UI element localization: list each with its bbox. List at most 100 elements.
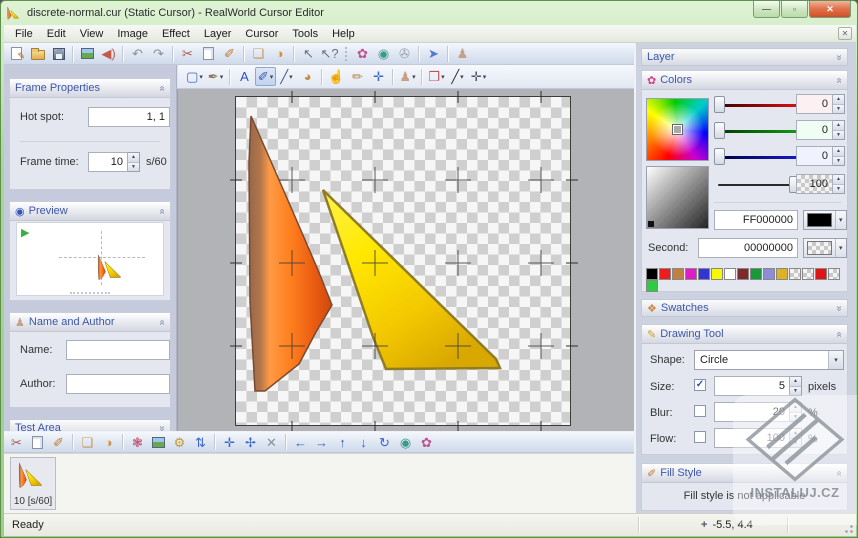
brush-icon[interactable]: ✐ (219, 44, 240, 63)
swatch-blue[interactable] (698, 268, 710, 280)
person-icon[interactable]: ♟ (452, 44, 473, 63)
menu-item[interactable]: View (73, 26, 111, 42)
line-tool-icon[interactable]: ╱▾ (276, 67, 297, 86)
paste-icon[interactable] (198, 44, 219, 63)
text-tool-icon[interactable]: A (234, 67, 255, 86)
collapse-icon[interactable]: » (834, 470, 845, 476)
preview-header[interactable]: ◉ Preview » (10, 202, 170, 221)
title-bar[interactable]: discrete-normal.cur (Static Cursor) - Re… (1, 1, 858, 25)
blur-spinner[interactable]: ▲▼ (790, 402, 802, 422)
size-checkbox[interactable]: ✓ (694, 379, 706, 391)
blue-track[interactable] (718, 156, 800, 159)
menu-item[interactable]: File (8, 26, 40, 42)
copy-merge-icon[interactable]: ❏ (248, 44, 269, 63)
collapse-icon[interactable]: » (157, 319, 168, 325)
image-canvas[interactable] (235, 96, 571, 426)
green-spinner[interactable]: ▲▼ (833, 120, 845, 140)
new-file-icon[interactable] (6, 44, 27, 63)
luminance-picker[interactable] (646, 166, 709, 229)
red-thumb[interactable] (714, 96, 725, 113)
frame-thumbnail[interactable]: 10 [s/60] (10, 457, 56, 510)
green-thumb[interactable] (714, 122, 725, 139)
rotate-icon[interactable]: ↻ (374, 433, 395, 452)
move-left-icon[interactable]: ← (290, 433, 311, 452)
menu-item[interactable]: Help (325, 26, 362, 42)
fill-tool-icon[interactable]: ◕ (297, 67, 318, 86)
blue-input[interactable]: 0 (796, 146, 833, 166)
expand-icon[interactable]: » (834, 54, 845, 60)
image-wizard-icon[interactable] (77, 44, 98, 63)
alpha-input[interactable]: 100 (796, 174, 833, 194)
blue-spinner[interactable]: ▲▼ (833, 146, 845, 166)
menu-item[interactable]: Tools (285, 26, 325, 42)
open-file-icon[interactable] (27, 44, 48, 63)
flow-spinner[interactable]: ▲▼ (790, 428, 802, 448)
fill-style-header[interactable]: ✐ Fill Style » (642, 464, 847, 483)
alpha-track[interactable] (718, 184, 800, 186)
swatch-green[interactable] (750, 268, 762, 280)
menu-close-button[interactable]: ✕ (838, 27, 852, 40)
hot-spot-input[interactable]: 1, 1 (88, 107, 170, 127)
flow-checkbox[interactable] (694, 431, 706, 443)
cursor-arrow-icon[interactable]: ↖ (298, 44, 319, 63)
move-right-icon[interactable]: → (311, 433, 332, 452)
frame-time-spinner[interactable]: ▲▼ (128, 152, 140, 172)
retouch-tool-icon[interactable]: ✏ (347, 67, 368, 86)
swatch-tan[interactable] (672, 268, 684, 280)
swatches-header[interactable]: ❖ Swatches » (641, 299, 848, 317)
name-author-header[interactable]: ♟ Name and Author » (10, 313, 170, 332)
red-spinner[interactable]: ▲▼ (833, 94, 845, 114)
color-wheel[interactable] (646, 98, 709, 161)
expand-icon[interactable]: » (834, 305, 845, 311)
smudge-tool-icon[interactable]: ☝ (326, 67, 347, 86)
swatch-white[interactable] (724, 268, 736, 280)
brush-tool-icon[interactable]: ✐▾ (255, 67, 276, 86)
green-track[interactable] (718, 130, 800, 133)
collapse-icon[interactable]: » (834, 331, 845, 337)
reorder-icon[interactable]: ⇅ (190, 433, 211, 452)
swatch-gold[interactable] (776, 268, 788, 280)
shape-select[interactable]: Circle ▾ (694, 350, 844, 370)
move-up-icon[interactable]: ↑ (332, 433, 353, 452)
contrast-icon[interactable]: ◑ (98, 433, 119, 452)
delete-frame-icon[interactable]: ✕ (261, 433, 282, 452)
picker-tool-icon[interactable]: ✒▾ (205, 67, 226, 86)
cursor-test-icon[interactable]: ↖? (319, 44, 340, 63)
settings-icon[interactable]: ⚙ (169, 433, 190, 452)
collapse-icon[interactable]: » (157, 208, 168, 214)
minimize-button[interactable]: — (753, 1, 780, 18)
sphere-icon[interactable]: ◉ (395, 433, 416, 452)
swatch-black[interactable] (646, 268, 658, 280)
color-selector[interactable] (673, 125, 682, 134)
redo-icon[interactable]: ↷ (148, 44, 169, 63)
contrast-icon[interactable]: ◑ (269, 44, 290, 63)
close-button[interactable]: ✕ (809, 1, 851, 18)
frame-time-input[interactable]: 10 (88, 152, 128, 172)
red-track[interactable] (718, 104, 800, 107)
blur-input[interactable]: 20 (714, 402, 790, 422)
tools-icon[interactable]: ✇ (394, 44, 415, 63)
sphere-icon[interactable]: ◉ (373, 44, 394, 63)
colors-panel-icon[interactable]: ✿ (352, 44, 373, 63)
swatch-red[interactable] (659, 268, 671, 280)
swatch-brightgreen[interactable] (646, 280, 658, 292)
move-tool-icon[interactable]: ✛ (368, 67, 389, 86)
expand-icon[interactable]: » (157, 425, 168, 431)
second-hex-input[interactable]: 00000000 (698, 238, 798, 258)
blue-thumb[interactable] (714, 148, 725, 165)
colors-header[interactable]: ✿ Colors » (642, 71, 847, 90)
second-color-dropdown[interactable]: ▾ (803, 238, 847, 258)
image-format-icon[interactable] (148, 433, 169, 452)
shapes-tool-icon[interactable]: ❒▾ (426, 67, 447, 86)
red-input[interactable]: 0 (796, 94, 833, 114)
hotspot-icon[interactable]: ✛▾ (468, 67, 489, 86)
pointer-icon[interactable]: ➤ (423, 44, 444, 63)
paste-icon[interactable] (27, 433, 48, 452)
cut-icon[interactable]: ✂ (6, 433, 27, 452)
swatch-transparent[interactable] (802, 268, 814, 280)
name-input[interactable] (66, 340, 170, 360)
menu-item[interactable]: Effect (155, 26, 197, 42)
resize-grip[interactable] (70, 292, 110, 294)
frame-properties-header[interactable]: Frame Properties » (10, 79, 170, 98)
menu-item[interactable]: Image (110, 26, 155, 42)
